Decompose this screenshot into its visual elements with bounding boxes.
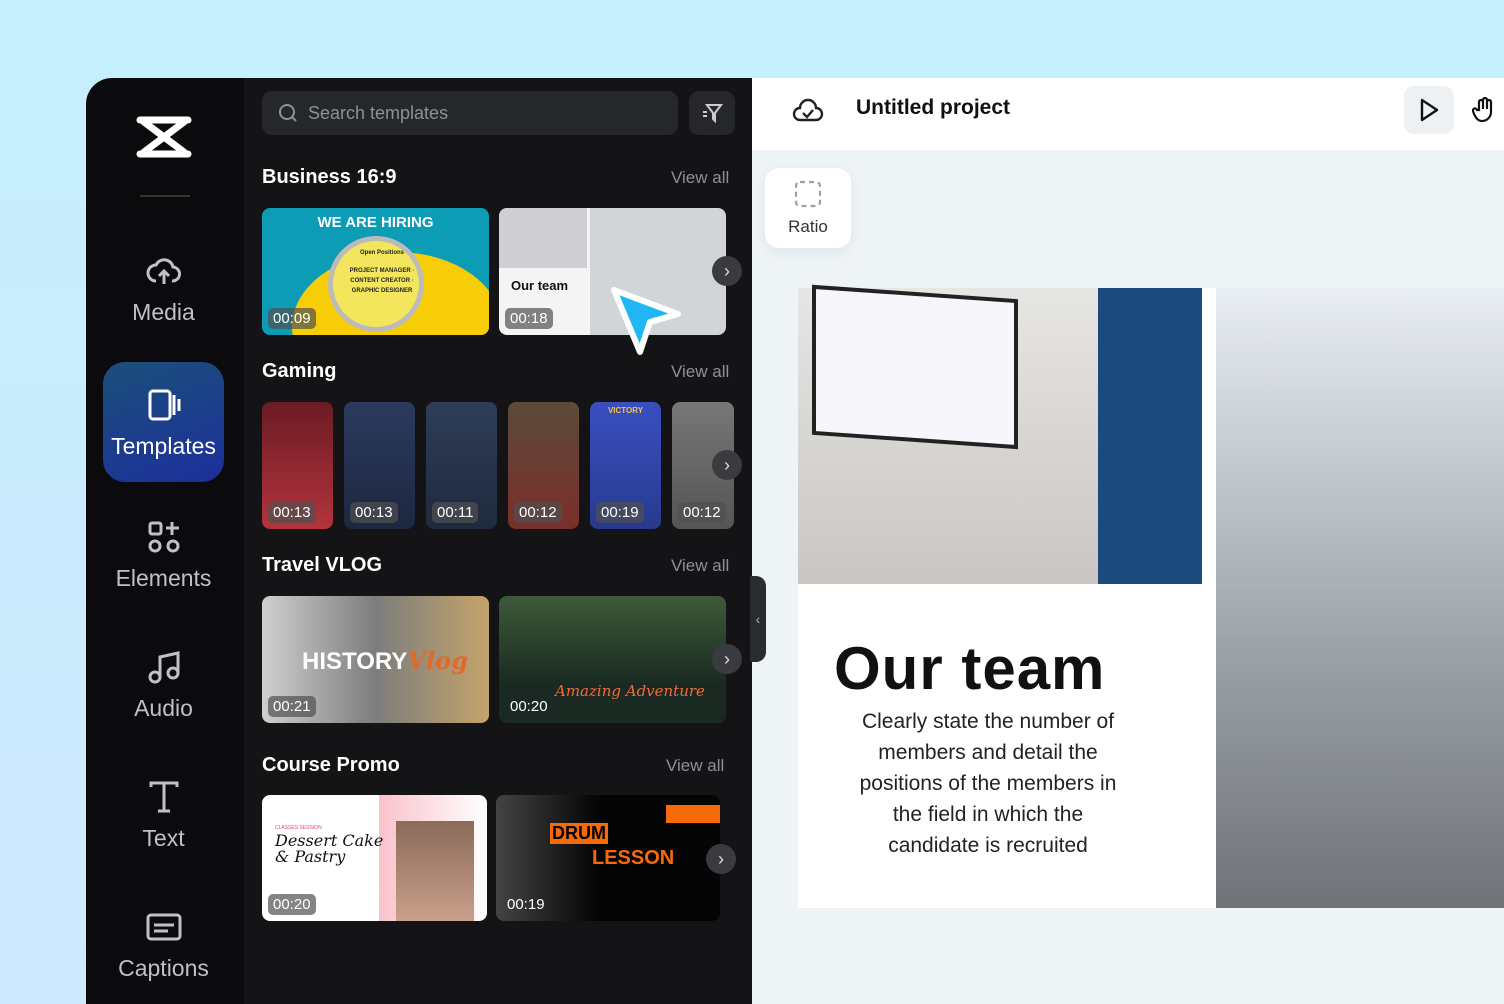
duration: 00:09: [268, 308, 316, 329]
duration: 00:19: [507, 896, 545, 913]
template-card[interactable]: CLASSES SESSION Dessert Cake & Pastry 00…: [262, 795, 487, 921]
music-note-icon: [148, 650, 179, 683]
duration: 00:13: [268, 502, 316, 523]
filter-button[interactable]: [689, 91, 735, 135]
templates-icon: [148, 389, 180, 420]
next-arrow-button[interactable]: ›: [712, 644, 742, 674]
next-arrow-button[interactable]: ›: [712, 450, 742, 480]
sidebar-item-elements[interactable]: Elements: [103, 494, 224, 614]
sidebar-item-label: Audio: [134, 694, 193, 721]
template-lines: PROJECT MANAGER · CONTENT CREATOR · GRAP…: [349, 268, 415, 294]
cloud-upload-icon: [146, 257, 181, 284]
drag-cursor-icon: [611, 287, 681, 355]
filter-icon: [703, 104, 723, 124]
template-card[interactable]: WE ARE HIRING Open Positions PROJECT MAN…: [262, 208, 489, 335]
captions-icon: [146, 913, 181, 940]
template-card[interactable]: 00:12: [508, 402, 579, 529]
project-title[interactable]: Untitled project: [856, 96, 1010, 120]
template-card[interactable]: Amazing Adventure 00:20: [499, 596, 726, 723]
sidebar: Media Templates Elements Audio Text Capt…: [86, 78, 244, 1004]
template-text: Our team: [511, 278, 569, 293]
view-all-link[interactable]: View all: [671, 556, 729, 576]
view-all-link[interactable]: View all: [666, 756, 724, 776]
template-card[interactable]: DRUM LESSON 00:19: [496, 795, 720, 921]
cloud-check-icon: [792, 98, 824, 122]
template-text: WE ARE HIRING: [317, 214, 434, 231]
template-text: Dessert Cake & Pastry: [275, 831, 384, 866]
template-card[interactable]: 00:13: [262, 402, 333, 529]
template-text: Amazing Adventure: [555, 682, 705, 700]
template-text: HISTORY: [302, 648, 408, 675]
duration: 00:11: [432, 502, 479, 523]
app-window: Media Templates Elements Audio Text Capt…: [86, 78, 1504, 1004]
section-title: Business 16:9: [262, 166, 397, 188]
sidebar-item-label: Text: [142, 824, 185, 851]
sidebar-item-captions[interactable]: Captions: [103, 884, 224, 1004]
project-header: Untitled project: [752, 78, 1504, 150]
preview-description: Clearly state the number of members and …: [859, 710, 1117, 857]
search-placeholder: Search templates: [308, 102, 449, 123]
template-accent-text: Vlog: [407, 646, 468, 675]
template-text: DRUM: [550, 823, 608, 844]
template-text: VICTORY: [607, 406, 644, 415]
ratio-button[interactable]: Ratio: [765, 168, 851, 248]
duration: 00:13: [350, 502, 398, 523]
duration: 00:21: [268, 696, 316, 717]
next-arrow-button[interactable]: ›: [706, 844, 736, 874]
duration: 00:12: [514, 502, 562, 523]
collapse-panel-handle[interactable]: ‹: [750, 576, 766, 662]
section-title: Travel VLOG: [262, 554, 383, 576]
elements-icon: [148, 521, 179, 552]
section-title: Course Promo: [262, 754, 400, 776]
templates-panel: Search templates Business 16:9 View all …: [244, 78, 752, 1004]
section-title: Gaming: [262, 360, 337, 382]
template-subtext: Open Positions: [359, 250, 404, 256]
sidebar-item-label: Elements: [115, 564, 212, 591]
view-all-link[interactable]: View all: [671, 362, 729, 382]
duration: 00:18: [505, 308, 553, 329]
select-tool-button[interactable]: [1404, 86, 1454, 134]
pointer-icon: [1420, 98, 1439, 122]
aspect-ratio-icon: [794, 180, 822, 208]
sidebar-item-label: Captions: [118, 954, 209, 981]
sidebar-item-audio[interactable]: Audio: [103, 624, 224, 744]
duration: 00:19: [596, 502, 644, 523]
duration: 00:20: [268, 894, 316, 915]
team-member-photo: [1216, 288, 1504, 908]
sidebar-item-label: Templates: [111, 432, 216, 459]
template-card[interactable]: VICTORY 00:19: [590, 402, 661, 529]
template-card[interactable]: 00:11: [426, 402, 497, 529]
next-arrow-button[interactable]: ›: [712, 256, 742, 286]
template-card[interactable]: 00:13: [344, 402, 415, 529]
duration: 00:12: [678, 502, 726, 523]
capcut-logo-icon[interactable]: [136, 114, 192, 160]
hand-tool-button[interactable]: [1460, 86, 1504, 134]
template-card[interactable]: HISTORYVlog 00:21: [262, 596, 489, 723]
search-input[interactable]: Search templates: [262, 91, 678, 135]
search-icon: [279, 104, 297, 122]
sidebar-item-templates[interactable]: Templates: [103, 362, 224, 482]
template-accent-text: LESSON: [592, 847, 675, 869]
sidebar-item-media[interactable]: Media: [103, 228, 224, 348]
ratio-label: Ratio: [788, 217, 828, 236]
preview-title: Our team: [834, 635, 1106, 702]
canvas-preview[interactable]: Our team Clearly state the number of mem…: [798, 284, 1504, 908]
presentation-photo: [798, 284, 1202, 584]
text-icon: [149, 781, 178, 812]
hand-icon: [1472, 96, 1493, 123]
view-all-link[interactable]: View all: [671, 168, 729, 188]
divider: [140, 195, 190, 197]
duration: 00:20: [510, 698, 548, 715]
sidebar-item-label: Media: [132, 298, 195, 325]
sidebar-item-text[interactable]: Text: [103, 754, 224, 874]
